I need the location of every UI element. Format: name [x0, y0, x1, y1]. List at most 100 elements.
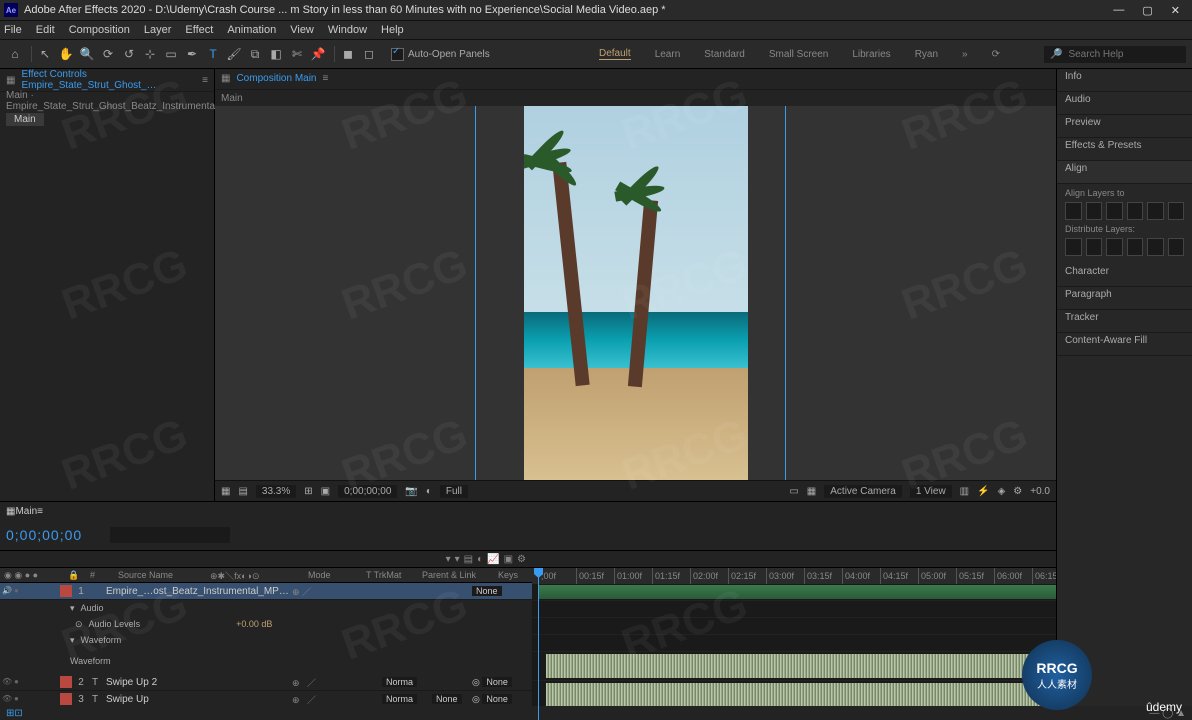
- mode-dropdown[interactable]: Norma: [382, 694, 417, 704]
- graph-editor-icon[interactable]: 📈: [487, 554, 499, 565]
- menu-effect[interactable]: Effect: [185, 24, 213, 36]
- zoom-tool-icon[interactable]: 🔍: [78, 45, 96, 63]
- alpha-icon[interactable]: ▦: [221, 486, 230, 497]
- distribute-top-button[interactable]: [1065, 238, 1082, 256]
- panel-preview[interactable]: Preview: [1057, 115, 1192, 138]
- maximize-button[interactable]: ▢: [1142, 4, 1152, 17]
- render-queue-icon[interactable]: ▦: [6, 506, 15, 517]
- auto-open-checkbox[interactable]: [391, 48, 404, 61]
- panel-align[interactable]: Align: [1057, 161, 1192, 184]
- resolution-icon[interactable]: ▣: [321, 486, 330, 497]
- workspace-small-screen[interactable]: Small Screen: [769, 49, 828, 60]
- toggle-modes-icon[interactable]: ⊡: [14, 708, 22, 719]
- workspace-learn[interactable]: Learn: [655, 49, 681, 60]
- panel-info[interactable]: Info: [1057, 69, 1192, 92]
- stroke-color-icon[interactable]: ◻: [360, 45, 378, 63]
- guide-left[interactable]: [475, 106, 476, 480]
- selection-tool-icon[interactable]: ↖: [36, 45, 54, 63]
- rect-tool-icon[interactable]: ▭: [162, 45, 180, 63]
- layer-name[interactable]: Swipe Up: [102, 694, 292, 705]
- puppet-tool-icon[interactable]: 📌: [309, 45, 327, 63]
- fill-color-icon[interactable]: ◼: [339, 45, 357, 63]
- waveform-group[interactable]: ▾ Waveform: [0, 632, 532, 648]
- composition-viewer[interactable]: [215, 106, 1056, 480]
- parent-dropdown[interactable]: None: [472, 586, 502, 596]
- distribute-bottom-button[interactable]: [1106, 238, 1123, 256]
- panel-character[interactable]: Character: [1057, 264, 1192, 287]
- layer-name[interactable]: Empire_…ost_Beatz_Instrumental_MP3.mp3: [102, 586, 292, 597]
- align-bottom-button[interactable]: [1168, 202, 1185, 220]
- menu-help[interactable]: Help: [381, 24, 404, 36]
- roto-tool-icon[interactable]: ✄: [288, 45, 306, 63]
- timeline-search-input[interactable]: [110, 527, 230, 543]
- align-top-button[interactable]: [1127, 202, 1144, 220]
- shy-icon[interactable]: ▾: [455, 554, 460, 565]
- comp-menu-icon[interactable]: ≡: [323, 73, 329, 84]
- layer-row[interactable]: 👁● 2 T Swipe Up 2 ⊕ ／ Norma ◎ None: [0, 674, 532, 691]
- text-tool-icon[interactable]: T: [204, 45, 222, 63]
- zoom-dropdown[interactable]: 33.3%: [256, 485, 296, 498]
- motion-blur-icon[interactable]: ◐: [477, 554, 483, 565]
- effect-subtab-main[interactable]: Main: [6, 113, 44, 126]
- trkmat-dropdown[interactable]: None: [432, 694, 462, 704]
- guide-right[interactable]: [785, 106, 786, 480]
- transparency-icon[interactable]: ▦: [807, 486, 816, 497]
- composition-tab[interactable]: Composition Main: [236, 73, 316, 84]
- frame-blend-icon[interactable]: ▤: [464, 554, 473, 565]
- grid-icon[interactable]: ⊞: [304, 486, 312, 497]
- panel-effects-presets[interactable]: Effects & Presets: [1057, 138, 1192, 161]
- col-mode[interactable]: Mode: [304, 570, 362, 580]
- distribute-hcenter-button[interactable]: [1147, 238, 1164, 256]
- col-parent[interactable]: Parent & Link: [418, 570, 494, 580]
- toggle-switches-icon[interactable]: ⊞: [6, 708, 14, 719]
- mask-icon[interactable]: ▤: [238, 486, 247, 497]
- snapshot-icon[interactable]: 📷: [405, 486, 417, 497]
- layer-name[interactable]: Swipe Up 2: [102, 677, 292, 688]
- menu-layer[interactable]: Layer: [144, 24, 172, 36]
- comp-mini-icon[interactable]: ▾: [446, 554, 451, 565]
- time-display[interactable]: 0;00;00;00: [338, 485, 397, 498]
- menu-view[interactable]: View: [290, 24, 314, 36]
- col-trkmat[interactable]: T TrkMat: [362, 570, 418, 580]
- mode-dropdown[interactable]: Norma: [382, 677, 417, 687]
- panel-menu-icon[interactable]: ≡: [202, 75, 208, 86]
- align-right-button[interactable]: [1106, 202, 1123, 220]
- layer-row[interactable]: 🔊● 1 Empire_…ost_Beatz_Instrumental_MP3.…: [0, 583, 532, 600]
- effect-controls-tab[interactable]: Effect Controls Empire_State_Strut_Ghost…: [21, 69, 196, 91]
- search-help-input[interactable]: [1066, 48, 1170, 61]
- hand-tool-icon[interactable]: ✋: [57, 45, 75, 63]
- camera-dropdown[interactable]: Active Camera: [824, 485, 902, 498]
- time-ruler[interactable]: ;00f00:15f01:00f01:15f02:00f02:15f03:00f…: [532, 568, 1056, 584]
- menu-composition[interactable]: Composition: [69, 24, 130, 36]
- workspace-standard[interactable]: Standard: [704, 49, 745, 60]
- anchor-tool-icon[interactable]: ⊹: [141, 45, 159, 63]
- distribute-right-button[interactable]: [1168, 238, 1185, 256]
- current-timecode[interactable]: 0;00;00;00: [6, 527, 82, 543]
- renderer-icon[interactable]: ⚙: [1013, 486, 1022, 497]
- menu-window[interactable]: Window: [328, 24, 367, 36]
- region-icon[interactable]: ▭: [789, 486, 798, 497]
- home-icon[interactable]: ⌂: [6, 45, 24, 63]
- menu-edit[interactable]: Edit: [36, 24, 55, 36]
- playhead[interactable]: [538, 568, 539, 720]
- timeline-tab-menu-icon[interactable]: ≡: [37, 506, 43, 517]
- panel-paragraph[interactable]: Paragraph: [1057, 287, 1192, 310]
- workspace-ryan[interactable]: Ryan: [915, 49, 938, 60]
- 3d-icon[interactable]: ◈: [998, 486, 1006, 497]
- workspace-libraries[interactable]: Libraries: [852, 49, 890, 60]
- align-left-button[interactable]: [1065, 202, 1082, 220]
- resolution-dropdown[interactable]: Full: [440, 485, 468, 498]
- comp-nav-icon[interactable]: ▦: [221, 73, 230, 84]
- distribute-left-button[interactable]: [1127, 238, 1144, 256]
- menu-animation[interactable]: Animation: [227, 24, 276, 36]
- audio-levels-row[interactable]: ⊙ Audio Levels+0.00 dB: [0, 616, 532, 632]
- parent-dropdown[interactable]: None: [482, 677, 512, 687]
- timeline-tab-main[interactable]: Main: [15, 506, 37, 517]
- align-hcenter-button[interactable]: [1086, 202, 1103, 220]
- timeline-tracks[interactable]: ;00f00:15f01:00f01:15f02:00f02:15f03:00f…: [532, 568, 1056, 720]
- panel-audio[interactable]: Audio: [1057, 92, 1192, 115]
- align-vcenter-button[interactable]: [1147, 202, 1164, 220]
- close-button[interactable]: ✕: [1171, 4, 1180, 17]
- panel-tracker[interactable]: Tracker: [1057, 310, 1192, 333]
- workspace-overflow-icon[interactable]: »: [962, 49, 968, 60]
